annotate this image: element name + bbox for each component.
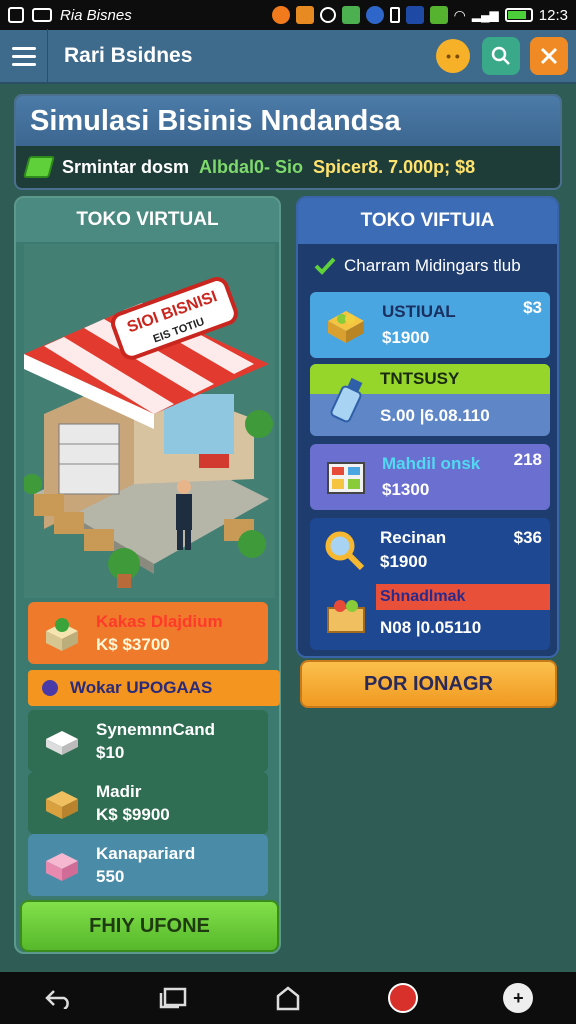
card-corner-price: $36 bbox=[513, 528, 542, 547]
magnifier-icon bbox=[325, 531, 365, 571]
store-card[interactable]: USTIUAL $1900 $3 bbox=[310, 292, 550, 358]
assist-button[interactable]: + bbox=[498, 978, 538, 1018]
app-icon-green bbox=[341, 6, 360, 24]
purple-dot-icon bbox=[42, 680, 58, 696]
produce-crate-icon bbox=[327, 600, 365, 633]
virtual-store-panel: TOKO VIFTUIA Charram Midingars tlub USTI… bbox=[296, 196, 559, 658]
card-corner-price: $3 bbox=[523, 298, 542, 317]
bottle-icon bbox=[330, 377, 363, 423]
app-icon-blue bbox=[365, 6, 384, 24]
card-name: Shnadlmak bbox=[380, 588, 466, 605]
store-card[interactable]: Mahdil onsk $1300 218 bbox=[310, 444, 550, 510]
assist-icon: + bbox=[503, 983, 534, 1013]
card-price: S.00 |6.08.110 bbox=[380, 406, 490, 425]
item-price: $10 bbox=[96, 742, 125, 762]
card-name: Recinan bbox=[380, 528, 447, 547]
item-price: 550 bbox=[96, 866, 125, 886]
banner-stats: Srmintar dosm Albdal0- Sio Spicer8. 7.00… bbox=[16, 146, 560, 188]
left-panel-header: TOKO VIRTUAL bbox=[16, 198, 279, 242]
item-name: Kakas Dlajdium bbox=[96, 611, 223, 631]
banner-title: Simulasi Bisinis Nndandsa bbox=[16, 96, 560, 146]
card-price: N08 |0.05110 bbox=[380, 618, 482, 637]
app-icon-lime bbox=[429, 6, 448, 24]
store-action-button[interactable]: POR IONAGR bbox=[300, 660, 557, 708]
recents-icon bbox=[159, 987, 187, 1009]
card-name: TNTSUSY bbox=[380, 369, 460, 388]
gem-icon bbox=[23, 156, 55, 178]
search-icon bbox=[491, 46, 510, 65]
shop-illustration[interactable]: SIOI BISNISI EIS TOTIU bbox=[24, 244, 275, 598]
recents-button[interactable] bbox=[153, 978, 193, 1018]
store-card[interactable]: Recinan $1900 $36 Shnadlmak N08 |0.05110 bbox=[310, 518, 550, 650]
check-text: Charram Midingars tlub bbox=[344, 256, 521, 275]
card-name: Mahdil onsk bbox=[382, 454, 481, 473]
close-button[interactable] bbox=[530, 37, 568, 75]
signal-icon: ▂▄▆ bbox=[471, 8, 499, 22]
status-bar: Ria Bisnes ◠ ▂▄▆ 12:3 bbox=[0, 0, 576, 30]
status-app-label: Ria Bisnes bbox=[60, 6, 132, 24]
cafe-table bbox=[199, 454, 229, 468]
notification-icon bbox=[8, 7, 24, 23]
item-price: K$ $3700 bbox=[96, 634, 170, 654]
clock: 12:3 bbox=[538, 6, 568, 24]
item-name: SynemnnCand bbox=[96, 719, 216, 739]
store-card[interactable]: TNTSUSY S.00 |6.08.110 bbox=[310, 364, 550, 436]
gift-box-icon bbox=[42, 845, 82, 885]
item-price: K$ $9900 bbox=[96, 804, 170, 824]
home-button[interactable] bbox=[268, 978, 308, 1018]
display-shelf-icon bbox=[327, 462, 365, 494]
tissue-box-icon bbox=[42, 721, 82, 761]
stats-value: Spicer8. 7.000p; $8 bbox=[313, 156, 476, 177]
shop-item[interactable]: Kanapariard 550 bbox=[28, 834, 268, 896]
shop-item[interactable]: Madir K$ $9900 bbox=[28, 772, 268, 834]
search-button[interactable] bbox=[482, 37, 520, 75]
shop-item-featured[interactable]: Kakas Dlajdium K$ $3700 bbox=[28, 602, 268, 664]
card-price: $1900 bbox=[382, 328, 430, 347]
cardboard-box-icon bbox=[42, 783, 82, 823]
item-name: Kanapariard bbox=[96, 843, 196, 863]
stats-green: Albdal0- Sio bbox=[199, 156, 304, 177]
plant-box-icon bbox=[42, 613, 82, 653]
card-price: $1300 bbox=[382, 480, 430, 499]
alarm-icon bbox=[319, 7, 336, 23]
item-name: Madir bbox=[96, 781, 142, 801]
smiley-icon: • • bbox=[436, 39, 470, 73]
app-icon-grid bbox=[295, 6, 314, 24]
check-icon bbox=[314, 257, 336, 275]
app-title: Rari Bsidnes bbox=[64, 44, 193, 67]
card-price: $1900 bbox=[380, 552, 428, 571]
game-banner: Simulasi Bisinis Nndandsa Srmintar dosm … bbox=[14, 94, 562, 190]
fruit-basket-icon bbox=[328, 311, 364, 343]
right-panel-header: TOKO VIFTUIA bbox=[298, 198, 557, 244]
app-bar: Rari Bsidnes • • bbox=[0, 29, 576, 84]
image-icon bbox=[32, 8, 52, 22]
check-row: Charram Midingars tlub bbox=[298, 244, 557, 288]
virtual-shop-panel: TOKO VIRTUAL SIOI BISNISI EIS TOTIU Kaka… bbox=[14, 196, 281, 954]
home-icon bbox=[276, 986, 300, 1011]
upgrade-strip-label: Wokar UPOGAAS bbox=[70, 678, 213, 697]
back-button[interactable] bbox=[38, 978, 78, 1018]
system-nav-bar: + bbox=[0, 972, 576, 1024]
card-corner-price: 218 bbox=[513, 450, 542, 469]
menu-icon[interactable] bbox=[0, 29, 48, 83]
shop-item[interactable]: SynemnnCand $10 bbox=[28, 710, 268, 772]
app-icon-navy bbox=[405, 6, 424, 24]
back-icon bbox=[44, 990, 69, 1009]
close-icon bbox=[540, 47, 558, 65]
game-shortcut-button[interactable] bbox=[383, 978, 423, 1018]
wifi-icon: ◠ bbox=[453, 6, 466, 23]
stats-text: Srmintar dosm bbox=[62, 156, 190, 177]
buy-button[interactable]: FHIY UFONE bbox=[20, 900, 279, 952]
emoji-button[interactable]: • • bbox=[434, 37, 472, 75]
battery-icon bbox=[504, 8, 533, 22]
phone-icon bbox=[389, 7, 400, 23]
app-icon-orange bbox=[271, 6, 290, 24]
game-app-icon bbox=[388, 983, 419, 1013]
upgrade-strip[interactable]: Wokar UPOGAAS bbox=[28, 670, 280, 706]
card-name: USTIUAL bbox=[382, 302, 456, 321]
